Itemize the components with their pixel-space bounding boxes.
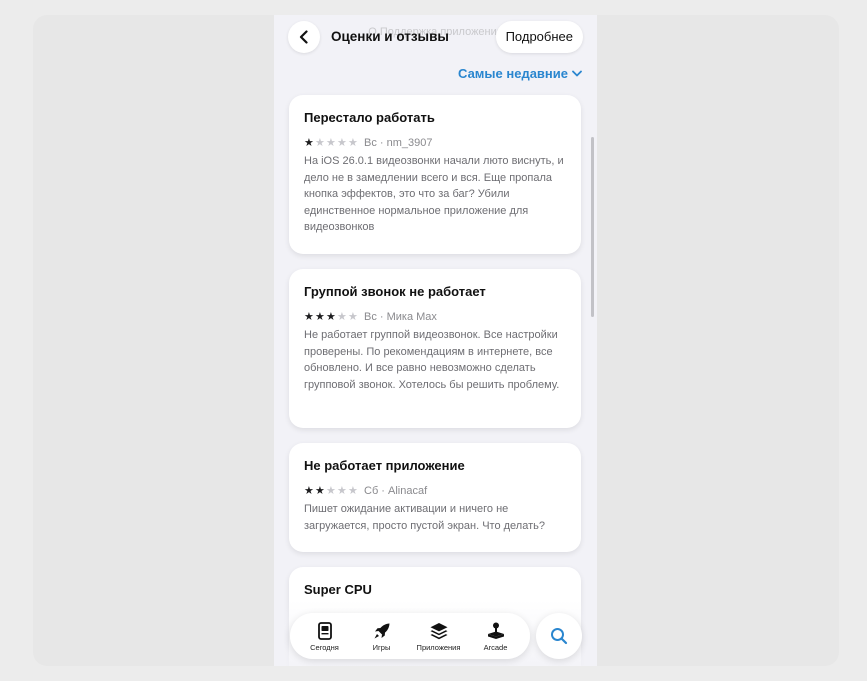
tab-label: Сегодня bbox=[310, 642, 339, 652]
tab-label: Arcade bbox=[483, 642, 508, 652]
star-filled-icon: ★ bbox=[315, 484, 325, 497]
search-icon bbox=[551, 628, 568, 645]
star-filled-icon: ★ bbox=[304, 484, 314, 497]
star-filled-icon: ★ bbox=[304, 136, 314, 149]
app-screen: О Поддержка приложения Оценки и отзывы П… bbox=[274, 15, 597, 666]
review-title: Группой звонок не работает bbox=[304, 284, 486, 299]
review-author-date: Сб · Alinacaf bbox=[364, 485, 428, 497]
back-button[interactable] bbox=[288, 21, 320, 53]
review-title: Super CPU bbox=[304, 582, 372, 597]
star-empty-icon: ★ bbox=[348, 310, 358, 323]
star-empty-icon: ★ bbox=[337, 484, 347, 497]
star-empty-icon: ★ bbox=[315, 136, 325, 149]
star-empty-icon: ★ bbox=[337, 136, 347, 149]
review-title: Не работает приложение bbox=[304, 458, 465, 473]
star-filled-icon: ★ bbox=[326, 310, 336, 323]
review-card[interactable]: Группой звонок не работает ★ ★ ★ ★ ★ Вс · Ми… bbox=[289, 269, 581, 428]
review-title: Перестало работать bbox=[304, 110, 435, 125]
more-button[interactable]: Подробнее bbox=[495, 21, 583, 53]
star-filled-icon: ★ bbox=[304, 310, 314, 323]
review-text: Пишет ожидание активации и ничего не заг… bbox=[304, 503, 545, 532]
tab-bar: Сегодня Игры Приложения Arcade bbox=[290, 613, 530, 659]
tab-arcade[interactable]: Arcade bbox=[470, 621, 522, 652]
star-filled-icon: ★ bbox=[315, 310, 325, 323]
chevron-down-icon bbox=[572, 70, 582, 77]
review-text: Не работает группой видеозвонок. Все нас… bbox=[304, 329, 560, 391]
star-rating: ★ ★ ★ ★ ★ bbox=[304, 310, 359, 323]
top-bar: Оценки и отзывы Подробнее bbox=[288, 21, 583, 53]
today-icon bbox=[317, 621, 332, 640]
tab-games[interactable]: Игры bbox=[356, 621, 408, 652]
apps-stack-icon bbox=[430, 622, 447, 639]
star-empty-icon: ★ bbox=[337, 310, 347, 323]
review-card[interactable]: Не работает приложение ★ ★ ★ ★ ★ Сб · Alinac… bbox=[289, 443, 581, 552]
review-author-date: Вс · nm_3907 bbox=[364, 137, 433, 149]
page-title: Оценки и отзывы bbox=[331, 29, 449, 44]
star-empty-icon: ★ bbox=[348, 484, 358, 497]
rocket-icon bbox=[374, 623, 389, 638]
review-meta: ★ ★ ★ ★ ★ Сб · Alinacaf bbox=[304, 484, 566, 498]
tab-apps[interactable]: Приложения bbox=[413, 621, 465, 652]
sort-label: Самые недавние bbox=[458, 66, 568, 81]
star-empty-icon: ★ bbox=[326, 136, 336, 149]
review-meta: ★ ★ ★ ★ ★ Вс · nm_3907 bbox=[304, 136, 566, 150]
tab-label: Приложения bbox=[416, 642, 461, 652]
sort-dropdown[interactable]: Самые недавние bbox=[458, 66, 582, 81]
review-meta: ★ ★ ★ ★ ★ Вс · Мика Max bbox=[304, 310, 566, 324]
tab-today[interactable]: Сегодня bbox=[299, 621, 351, 652]
star-rating: ★ ★ ★ ★ ★ bbox=[304, 484, 359, 497]
chevron-left-icon bbox=[299, 30, 308, 44]
joystick-icon bbox=[487, 622, 504, 639]
tab-label: Игры bbox=[372, 642, 391, 652]
review-author-date: Вс · Мика Max bbox=[364, 311, 437, 323]
scrollbar[interactable] bbox=[591, 137, 594, 317]
star-rating: ★ ★ ★ ★ ★ bbox=[304, 136, 359, 149]
review-card[interactable]: Перестало работать ★ ★ ★ ★ ★ Вс · nm_3907 На… bbox=[289, 95, 581, 254]
search-button[interactable] bbox=[536, 613, 582, 659]
star-empty-icon: ★ bbox=[348, 136, 358, 149]
star-empty-icon: ★ bbox=[326, 484, 336, 497]
review-text: На iOS 26.0.1 видеозвонки начали люто ви… bbox=[304, 155, 564, 233]
